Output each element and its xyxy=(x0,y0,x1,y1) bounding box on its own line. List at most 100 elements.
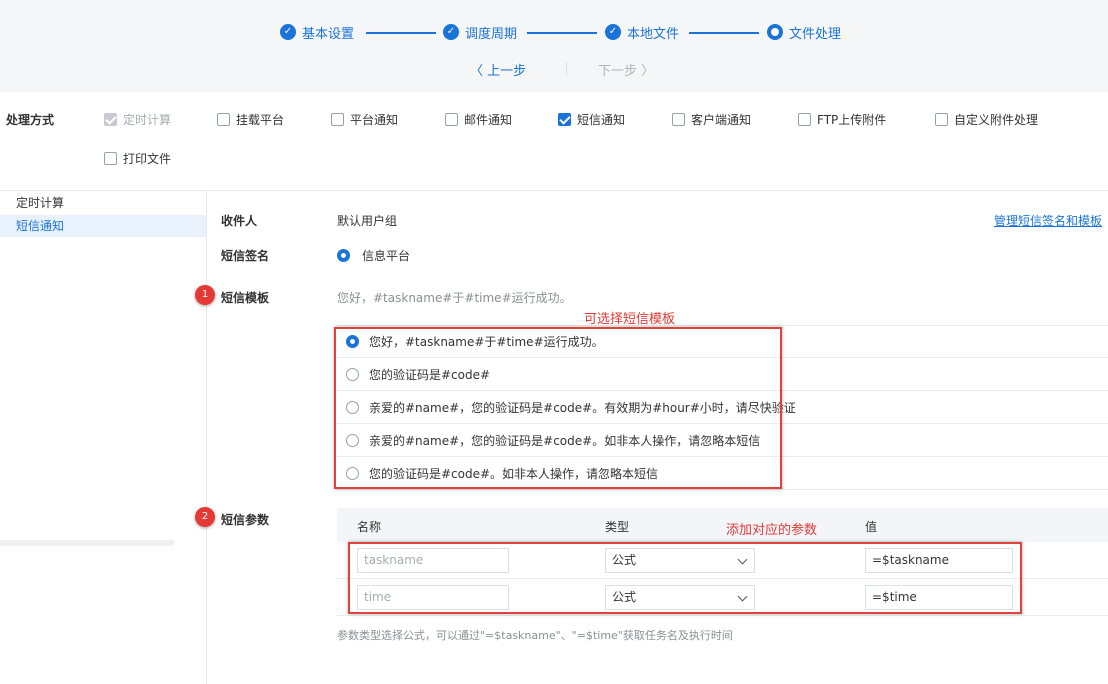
wizard-nav: 〈 上一步 下一步 〉 xyxy=(0,60,1108,80)
checkbox[interactable] xyxy=(331,113,344,126)
params-annotation: 添加对应的参数 xyxy=(726,523,818,538)
nav-divider xyxy=(566,62,567,76)
template-text: 亲爱的#name#，您的验证码是#code#。有效期为#hour#小时，请尽快验… xyxy=(369,400,796,415)
option-client-notify[interactable]: 客户端通知 xyxy=(672,111,751,128)
sidebar-divider xyxy=(206,190,207,684)
check-circle-icon: ✓ xyxy=(443,24,459,40)
radio-button[interactable] xyxy=(346,400,359,414)
option-ftp-upload[interactable]: FTP上传附件 xyxy=(798,111,886,128)
option-label: 平台通知 xyxy=(350,113,399,127)
sidebar-scrollbar[interactable] xyxy=(0,540,174,546)
template-label: 短信模板 xyxy=(221,291,270,305)
option-label: 定时计算 xyxy=(123,113,172,127)
check-circle-icon: ✓ xyxy=(605,24,621,40)
params-table: 名称 类型 值 taskname 公式 =$taskname time 公式 =… xyxy=(337,508,1108,616)
current-step-icon xyxy=(767,24,783,40)
param-name-input[interactable]: time xyxy=(357,585,509,610)
recipient-value: 默认用户组 xyxy=(337,214,398,228)
template-option[interactable]: 您的验证码是#code# xyxy=(337,358,1108,391)
template-text: 您好，#taskname#于#time#运行成功。 xyxy=(369,335,604,349)
option-label: 邮件通知 xyxy=(464,113,513,127)
sidebar-item-sms-notify[interactable]: 短信通知 xyxy=(0,215,206,237)
step-connector xyxy=(366,32,436,34)
step-connector xyxy=(527,32,597,34)
param-type-select[interactable]: 公式 xyxy=(605,548,755,573)
sidebar-item-scheduled-calc[interactable]: 定时计算 xyxy=(0,192,206,214)
param-type-value: 公式 xyxy=(612,590,637,604)
section-divider xyxy=(0,190,1108,191)
signature-label: 短信签名 xyxy=(221,249,270,263)
option-label: 客户端通知 xyxy=(691,113,752,127)
param-type-select[interactable]: 公式 xyxy=(605,585,755,610)
checkbox[interactable] xyxy=(672,113,685,126)
option-platform-notify[interactable]: 平台通知 xyxy=(331,111,398,128)
params-table-header: 名称 类型 值 xyxy=(337,508,1108,542)
wizard-step-basic[interactable]: ✓ 基本设置 xyxy=(280,22,354,42)
option-custom-attachment[interactable]: 自定义附件处理 xyxy=(935,111,1038,128)
param-value-input[interactable]: =$time xyxy=(865,585,1013,610)
checkbox[interactable] xyxy=(558,113,571,126)
checkbox[interactable] xyxy=(445,113,458,126)
param-value-input[interactable]: =$taskname xyxy=(865,548,1013,573)
chevron-down-icon xyxy=(737,554,748,565)
step-connector xyxy=(689,32,759,34)
option-label: 短信通知 xyxy=(577,113,626,127)
radio-button[interactable] xyxy=(346,466,359,480)
option-label: 自定义附件处理 xyxy=(954,113,1039,127)
column-header-value: 值 xyxy=(865,520,878,534)
radio-button[interactable] xyxy=(346,433,359,447)
wizard-step-label: 本地文件 xyxy=(627,26,680,42)
check-circle-icon: ✓ xyxy=(280,24,296,40)
checkbox[interactable] xyxy=(104,113,117,126)
checkbox[interactable] xyxy=(217,113,230,126)
template-text: 亲爱的#name#，您的验证码是#code#。如非本人操作，请忽略本短信 xyxy=(369,433,761,448)
recipient-label: 收件人 xyxy=(221,214,258,228)
radio-button[interactable] xyxy=(346,367,359,381)
mode-title: 处理方式 xyxy=(6,113,55,127)
params-label: 短信参数 xyxy=(221,513,270,527)
wizard-step-local-file[interactable]: ✓ 本地文件 xyxy=(605,22,679,42)
option-sms-notify[interactable]: 短信通知 xyxy=(558,111,625,128)
option-label: 打印文件 xyxy=(123,152,172,166)
table-row: time 公式 =$time xyxy=(337,579,1108,616)
option-mount-platform[interactable]: 挂载平台 xyxy=(217,111,284,128)
manage-sms-link[interactable]: 管理短信签名和模板 xyxy=(994,212,1102,229)
template-option[interactable]: 亲爱的#name#，您的验证码是#code#。如非本人操作，请忽略本短信 xyxy=(337,424,1108,457)
template-list: 您好，#taskname#于#time#运行成功。 您的验证码是#code# 亲… xyxy=(337,325,1108,490)
column-header-name: 名称 xyxy=(357,520,382,534)
template-selected-value: 您好，#taskname#于#time#运行成功。 xyxy=(337,291,572,305)
option-label: 挂载平台 xyxy=(236,113,285,127)
template-text: 您的验证码是#code#。如非本人操作，请忽略本短信 xyxy=(369,466,659,481)
checkbox[interactable] xyxy=(798,113,811,126)
template-text: 您的验证码是#code# xyxy=(369,367,491,382)
wizard-step-label: 调度周期 xyxy=(465,26,518,42)
option-print-file[interactable]: 打印文件 xyxy=(104,150,171,167)
template-option[interactable]: 您的验证码是#code#。如非本人操作，请忽略本短信 xyxy=(337,457,1108,490)
option-scheduled-calc[interactable]: 定时计算 xyxy=(104,111,171,128)
signature-value: 信息平台 xyxy=(362,249,411,263)
next-step-button[interactable]: 下一步 〉 xyxy=(598,60,654,79)
wizard-step-label: 文件处理 xyxy=(789,26,842,42)
params-hint: 参数类型选择公式，可以通过"=$taskname"、"=$time"获取任务名及… xyxy=(337,629,733,642)
checkbox[interactable] xyxy=(104,152,117,165)
param-name-input[interactable]: taskname xyxy=(357,548,509,573)
option-email-notify[interactable]: 邮件通知 xyxy=(445,111,512,128)
wizard-step-schedule[interactable]: ✓ 调度周期 xyxy=(443,22,517,42)
radio-button[interactable] xyxy=(337,249,350,262)
column-header-type: 类型 xyxy=(605,520,630,534)
param-type-value: 公式 xyxy=(612,553,637,567)
wizard-header: ✓ 基本设置 ✓ 调度周期 ✓ 本地文件 文件处理 〈 上一步 下一步 〉 xyxy=(0,0,1108,92)
signature-option[interactable]: 信息平台 xyxy=(337,247,410,264)
chevron-down-icon xyxy=(737,591,748,602)
prev-step-button[interactable]: 〈 上一步 xyxy=(470,60,526,79)
radio-button[interactable] xyxy=(346,335,359,348)
template-option[interactable]: 您好，#taskname#于#time#运行成功。 xyxy=(337,325,1108,358)
wizard-step-label: 基本设置 xyxy=(302,26,355,42)
step-badge: 1 xyxy=(195,285,215,305)
option-label: FTP上传附件 xyxy=(817,113,887,127)
step-badge: 2 xyxy=(195,507,215,527)
table-row: taskname 公式 =$taskname xyxy=(337,542,1108,579)
template-option[interactable]: 亲爱的#name#，您的验证码是#code#。有效期为#hour#小时，请尽快验… xyxy=(337,391,1108,424)
checkbox[interactable] xyxy=(935,113,948,126)
wizard-step-file-processing[interactable]: 文件处理 xyxy=(767,22,841,42)
